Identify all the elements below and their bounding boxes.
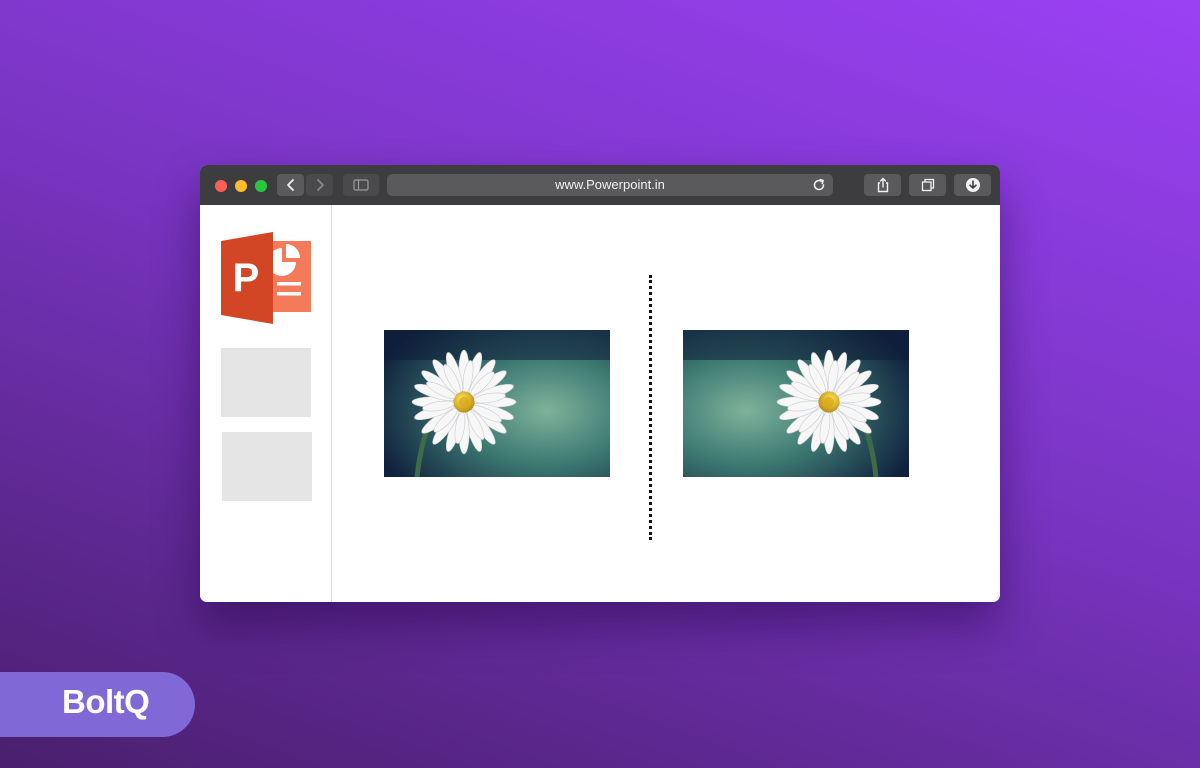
download-button[interactable]: [954, 174, 991, 196]
slide-thumbnail-1[interactable]: [221, 348, 311, 417]
url-text: www.Powerpoint.in: [555, 177, 665, 192]
close-window-button[interactable]: [215, 180, 227, 192]
forward-button[interactable]: [306, 174, 333, 196]
slide-sidebar: P: [200, 205, 332, 602]
tabs-icon: [921, 178, 934, 192]
minimize-window-button[interactable]: [235, 180, 247, 192]
sidebar-toggle-icon: [353, 179, 369, 191]
chevron-left-icon: [286, 179, 294, 191]
tabs-button[interactable]: [909, 174, 946, 196]
brand-logo-text: BoltQ: [62, 683, 150, 720]
chevron-right-icon: [316, 179, 324, 191]
daisy-original-image: [384, 330, 610, 477]
reload-icon[interactable]: [811, 177, 827, 193]
svg-text:P: P: [233, 256, 260, 300]
address-bar[interactable]: www.Powerpoint.in: [387, 174, 833, 196]
daisy-flipped-image: [683, 330, 909, 477]
brand-badge: BoltQ: [0, 672, 195, 737]
browser-window: www.Powerpoint.in P: [200, 165, 1000, 602]
powerpoint-logo-icon: P: [221, 232, 311, 324]
dotted-divider: [649, 275, 652, 540]
slide-thumbnail-2[interactable]: [222, 432, 312, 501]
share-button[interactable]: [864, 174, 901, 196]
share-icon: [877, 177, 888, 193]
page-content: P: [200, 205, 1000, 602]
back-button[interactable]: [277, 174, 304, 196]
browser-toolbar: www.Powerpoint.in: [200, 165, 1000, 205]
sidebar-toggle-button[interactable]: [343, 174, 379, 196]
maximize-window-button[interactable]: [255, 180, 267, 192]
download-icon: [965, 178, 980, 192]
